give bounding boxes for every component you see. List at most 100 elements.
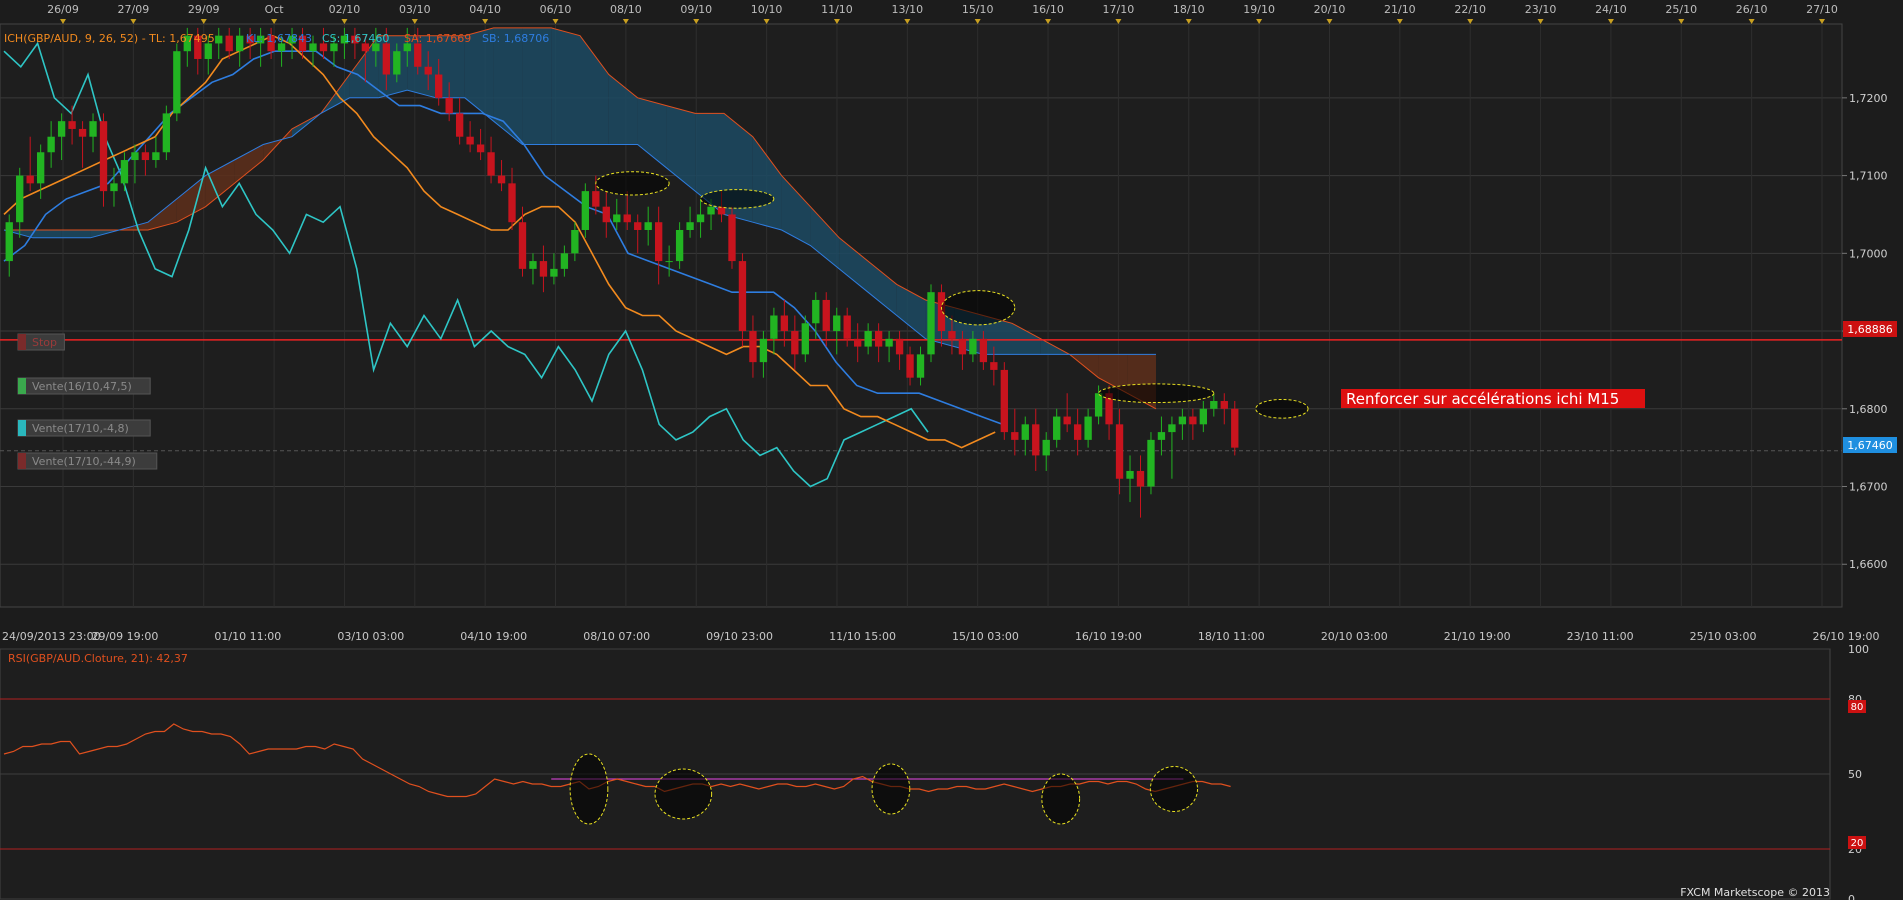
annotation-text: Renforcer sur accélérations ichi M15 [1346,390,1619,408]
candle-body [602,206,610,223]
candle-body [68,121,76,129]
candle-body [99,121,108,192]
candle-body [518,222,527,269]
candle-body [885,338,893,347]
order-label-text: Vente(16/10,47,5) [32,380,132,393]
top-date-label: 20/10 [1314,3,1346,16]
top-date-label: 19/10 [1243,3,1275,16]
time-axis-label: 29/09 19:00 [91,630,158,643]
top-date-label: Oct [265,3,285,16]
candle-body [529,261,537,269]
price-tick-label: 1,6700 [1849,481,1888,494]
candle-body [5,222,13,262]
candle-body [1178,416,1187,425]
candle-body [843,315,851,339]
candle-body [1053,416,1061,440]
candle-body [1032,424,1040,456]
time-axis-label: 04/10 19:00 [460,630,527,643]
candle-body [696,214,705,223]
top-date-label: 29/09 [188,3,220,16]
candle-body [581,191,590,230]
rsi-highlight-ellipse [1149,766,1199,812]
highlight-ellipse [1255,398,1309,419]
top-date-label: 22/10 [1454,3,1486,16]
candle-body [1231,408,1239,448]
candle-body [990,362,998,370]
candle-body [1126,470,1134,479]
candle-body [1011,432,1019,440]
top-date-label: 03/10 [399,3,431,16]
rsi-tick-label: 100 [1848,643,1869,656]
time-axis-label: 18/10 11:00 [1198,630,1265,643]
candle-body [16,175,24,223]
candle-body [225,35,233,52]
candle-body [1063,416,1071,425]
time-axis-label: 21/10 19:00 [1444,630,1511,643]
candle-body [749,331,757,363]
candle-body [759,338,768,363]
candle-body [812,299,820,324]
price-tick-label: 1,7100 [1849,170,1888,183]
order-label-swatch [18,420,26,436]
candle-body [613,214,621,223]
rsi-legend: RSI(GBP/AUD.Cloture, 21): 42,37 [8,652,188,665]
top-date-label: 15/10 [962,3,994,16]
time-axis-label: 25/10 03:00 [1690,630,1757,643]
candle-body [110,183,118,192]
time-axis-label: 01/10 11:00 [214,630,281,643]
candle-body [686,222,694,230]
candle-body [141,152,150,161]
candle-body [152,152,160,161]
candle-body [131,152,139,161]
candle-body [435,74,443,98]
top-date-label: 11/10 [821,3,853,16]
time-axis-label: 24/09/2013 23:00 [2,630,101,643]
cloud-segment [551,27,580,145]
top-date-label: 23/10 [1525,3,1557,16]
candle-body [927,292,935,355]
rsi-20-badge-label: 20 [1851,838,1864,849]
candle-body [497,175,506,184]
candle-body [1094,393,1103,417]
candle-body [1157,432,1166,440]
candle-body [476,144,485,153]
highlight-ellipse [595,171,670,196]
candle-body [958,338,967,355]
rsi-tick-label: 0 [1848,893,1855,900]
top-date-label: 16/10 [1032,3,1064,16]
top-date-label: 10/10 [751,3,783,16]
top-date-label: 13/10 [891,3,923,16]
cloud-segment [522,27,552,145]
candle-body [393,51,401,75]
candle-body [508,183,516,223]
candle-body [236,35,244,52]
top-date-label: 06/10 [540,3,572,16]
time-axis-label: 16/10 19:00 [1075,630,1142,643]
price-panel: 26/09 27/09 29/09 Oct 02/10 03/10 04/10 06/10 08… [0,3,1897,608]
price-tick-label: 1,6800 [1849,403,1888,416]
candle-body [47,136,55,153]
candle-body [644,222,652,230]
candle-body [707,206,715,215]
candle-body [539,261,548,277]
stop-price-label: 1,68886 [1847,323,1893,336]
top-date-label: 21/10 [1384,3,1416,16]
candle-body [204,43,212,59]
top-date-label: 04/10 [469,3,501,16]
rsi-highlight-ellipse [654,768,713,820]
candle-body [560,253,569,269]
candle-body [864,331,872,347]
kijun-legend: KL: 1,67843 [246,32,312,45]
candle-body [833,315,841,332]
candle-body [1210,401,1218,409]
candle-body [26,175,34,184]
candle-body [1199,408,1208,425]
price-tick-label: 1,6600 [1849,558,1888,571]
candle-body [1042,439,1050,456]
senkou-a-legend: SA: 1,67669 [404,32,471,45]
current-price-label: 1,67460 [1847,439,1893,452]
candle-body [895,338,904,355]
rsi-highlight-ellipse [569,753,609,825]
top-date-label: 27/09 [118,3,150,16]
order-label-swatch [18,453,26,469]
